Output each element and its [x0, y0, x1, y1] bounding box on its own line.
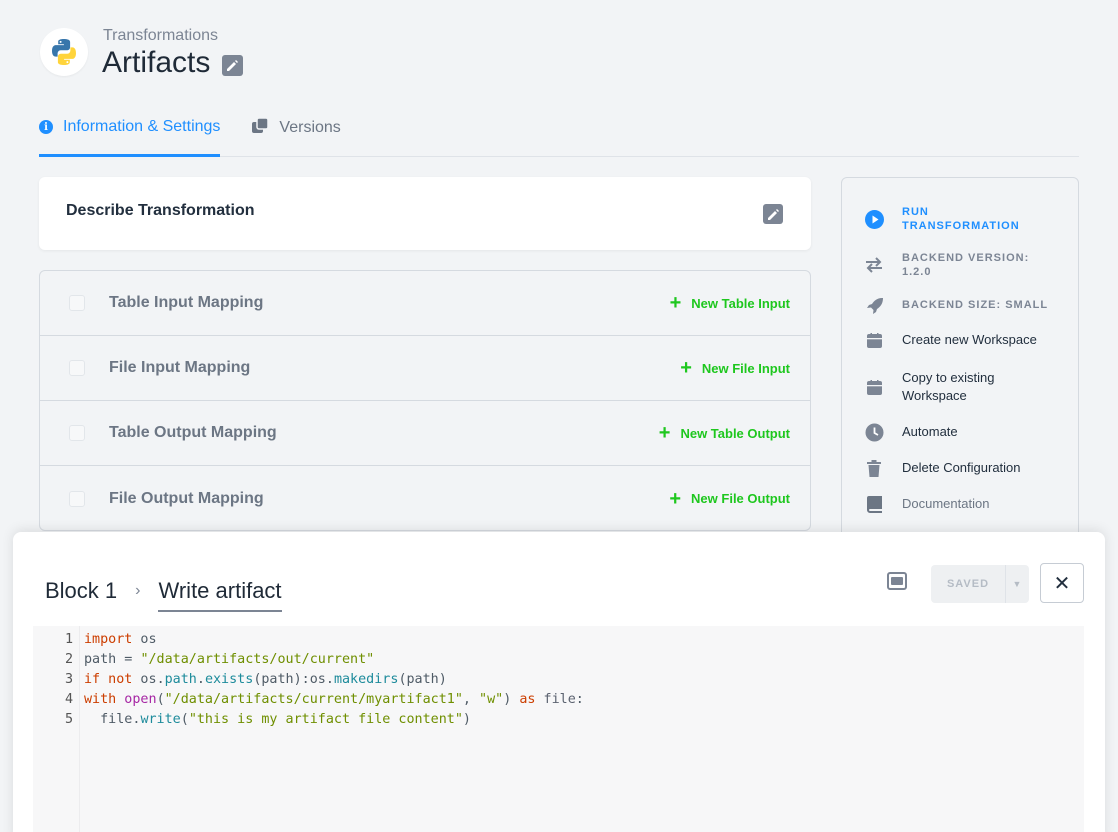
backend-version-label: BACKEND VERSION: [902, 252, 1030, 264]
fullscreen-icon[interactable] [887, 572, 907, 590]
documentation-label: Documentation [902, 496, 990, 511]
line-number: 5 [64, 712, 73, 727]
file-output-mapping-row: File Output Mapping + New File Output [40, 466, 810, 530]
page-title: Artifacts [102, 46, 244, 80]
line-number: 1 [64, 632, 73, 647]
code-line: if not os.path.exists(path):os.makedirs(… [84, 672, 447, 687]
code-line: import os [84, 632, 157, 647]
code-block-panel: Block 1 › Write artifact SAVED ▼ ✕ 1 2 3… [13, 532, 1105, 832]
action-label: New File Input [701, 360, 790, 376]
automate-button[interactable]: Automate [864, 422, 958, 442]
tab-bar: i Information & Settings Versions [39, 112, 1079, 157]
action-label: New File Output [691, 491, 790, 506]
action-label: New Table Output [680, 425, 790, 441]
trash-icon [864, 458, 884, 478]
book-icon [864, 494, 884, 514]
backend-version-item[interactable]: BACKEND VERSION: 1.2.0 [864, 251, 1029, 279]
line-number: 2 [64, 652, 73, 667]
code-line: file.write("this is my artifact file con… [100, 712, 471, 727]
create-workspace-button[interactable]: Create new Workspace [864, 330, 1037, 350]
versions-icon [252, 117, 270, 138]
caret-down-icon[interactable]: ▼ [1005, 565, 1029, 603]
mapping-label: Table Output Mapping [109, 424, 277, 441]
tab-versions[interactable]: Versions [252, 112, 341, 156]
mapping-checkbox[interactable] [69, 360, 85, 376]
new-file-output-button[interactable]: + New File Output [669, 489, 790, 509]
mapping-label: Table Input Mapping [109, 294, 264, 311]
new-file-input-button[interactable]: + New File Input [680, 358, 790, 378]
copy-workspace-label-line2: Workspace [902, 388, 967, 403]
tab-information-settings[interactable]: i Information & Settings [39, 112, 221, 157]
mapping-label: File Input Mapping [109, 359, 251, 376]
code-line: path = "/data/artifacts/out/current" [84, 652, 375, 667]
swap-arrows-icon [864, 255, 884, 275]
plus-icon: + [658, 422, 671, 444]
info-icon: i [39, 120, 53, 134]
mapping-label: File Output Mapping [109, 489, 264, 507]
table-output-mapping-row: Table Output Mapping + New Table Output [40, 401, 810, 466]
saved-button[interactable]: SAVED ▼ [931, 565, 1029, 603]
python-logo [40, 28, 88, 76]
plus-icon: + [680, 357, 692, 379]
code-content[interactable]: import os path = "/data/artifacts/out/cu… [84, 630, 584, 730]
mapping-checkbox[interactable] [69, 425, 85, 441]
copy-workspace-button[interactable]: Copy to existing Workspace [864, 369, 995, 405]
describe-transformation-card[interactable]: Describe Transformation [39, 177, 811, 250]
delete-configuration-button[interactable]: Delete Configuration [864, 458, 1021, 478]
play-icon [864, 209, 884, 229]
delete-configuration-label: Delete Configuration [902, 460, 1021, 475]
clock-icon [864, 422, 884, 442]
rocket-icon [864, 295, 884, 315]
run-label-line2: TRANSFORMATION [902, 220, 1020, 232]
documentation-link[interactable]: Documentation [864, 494, 989, 514]
workspace-icon [864, 377, 884, 397]
plus-icon: + [669, 487, 682, 510]
backend-version-value: 1.2.0 [902, 266, 932, 278]
breadcrumb[interactable]: Transformations [103, 27, 218, 45]
code-name-input[interactable]: Write artifact [158, 578, 282, 612]
line-number-gutter: 1 2 3 4 5 [33, 626, 80, 832]
file-input-mapping-row: File Input Mapping + New File Input [40, 336, 810, 401]
backend-size-item[interactable]: BACKEND SIZE: SMALL [864, 295, 1048, 315]
page-title-text: Artifacts [102, 46, 211, 79]
code-line: with open("/data/artifacts/current/myart… [84, 692, 584, 707]
describe-label: Describe Transformation [66, 202, 255, 219]
mapping-list: Table Input Mapping + New Table Input Fi… [39, 270, 811, 531]
plus-icon: + [669, 292, 682, 314]
line-number: 4 [64, 692, 73, 707]
tab-label: Information & Settings [63, 118, 221, 135]
line-number: 3 [64, 672, 73, 687]
tab-label: Versions [279, 119, 341, 136]
run-label-line1: RUN [902, 206, 929, 218]
actions-sidebar: RUN TRANSFORMATION BACKEND VERSION: 1.2.… [841, 177, 1079, 557]
new-table-output-button[interactable]: + New Table Output [659, 423, 790, 443]
workspace-icon [864, 330, 884, 350]
action-label: New Table Input [691, 295, 790, 311]
copy-workspace-label-line1: Copy to existing [902, 370, 995, 385]
create-workspace-label: Create new Workspace [902, 332, 1037, 347]
new-table-input-button[interactable]: + New Table Input [670, 293, 790, 313]
close-icon: ✕ [1053, 572, 1071, 595]
block-name[interactable]: Block 1 [45, 578, 117, 604]
automate-label: Automate [902, 424, 958, 439]
close-button[interactable]: ✕ [1040, 563, 1084, 603]
backend-size-label: BACKEND SIZE: SMALL [902, 299, 1049, 311]
table-input-mapping-row: Table Input Mapping + New Table Input [40, 271, 810, 336]
mapping-checkbox[interactable] [69, 490, 85, 507]
code-breadcrumb: Block 1 › Write artifact [45, 570, 282, 612]
run-transformation-button[interactable]: RUN TRANSFORMATION [864, 205, 1020, 233]
code-editor[interactable]: 1 2 3 4 5 import os path = "/data/artifa… [33, 626, 1084, 832]
saved-label: SAVED [946, 578, 990, 590]
edit-description-icon[interactable] [763, 204, 783, 224]
chevron-right-icon: › [135, 582, 141, 599]
mapping-checkbox[interactable] [69, 295, 85, 311]
edit-title-icon[interactable] [222, 54, 244, 76]
